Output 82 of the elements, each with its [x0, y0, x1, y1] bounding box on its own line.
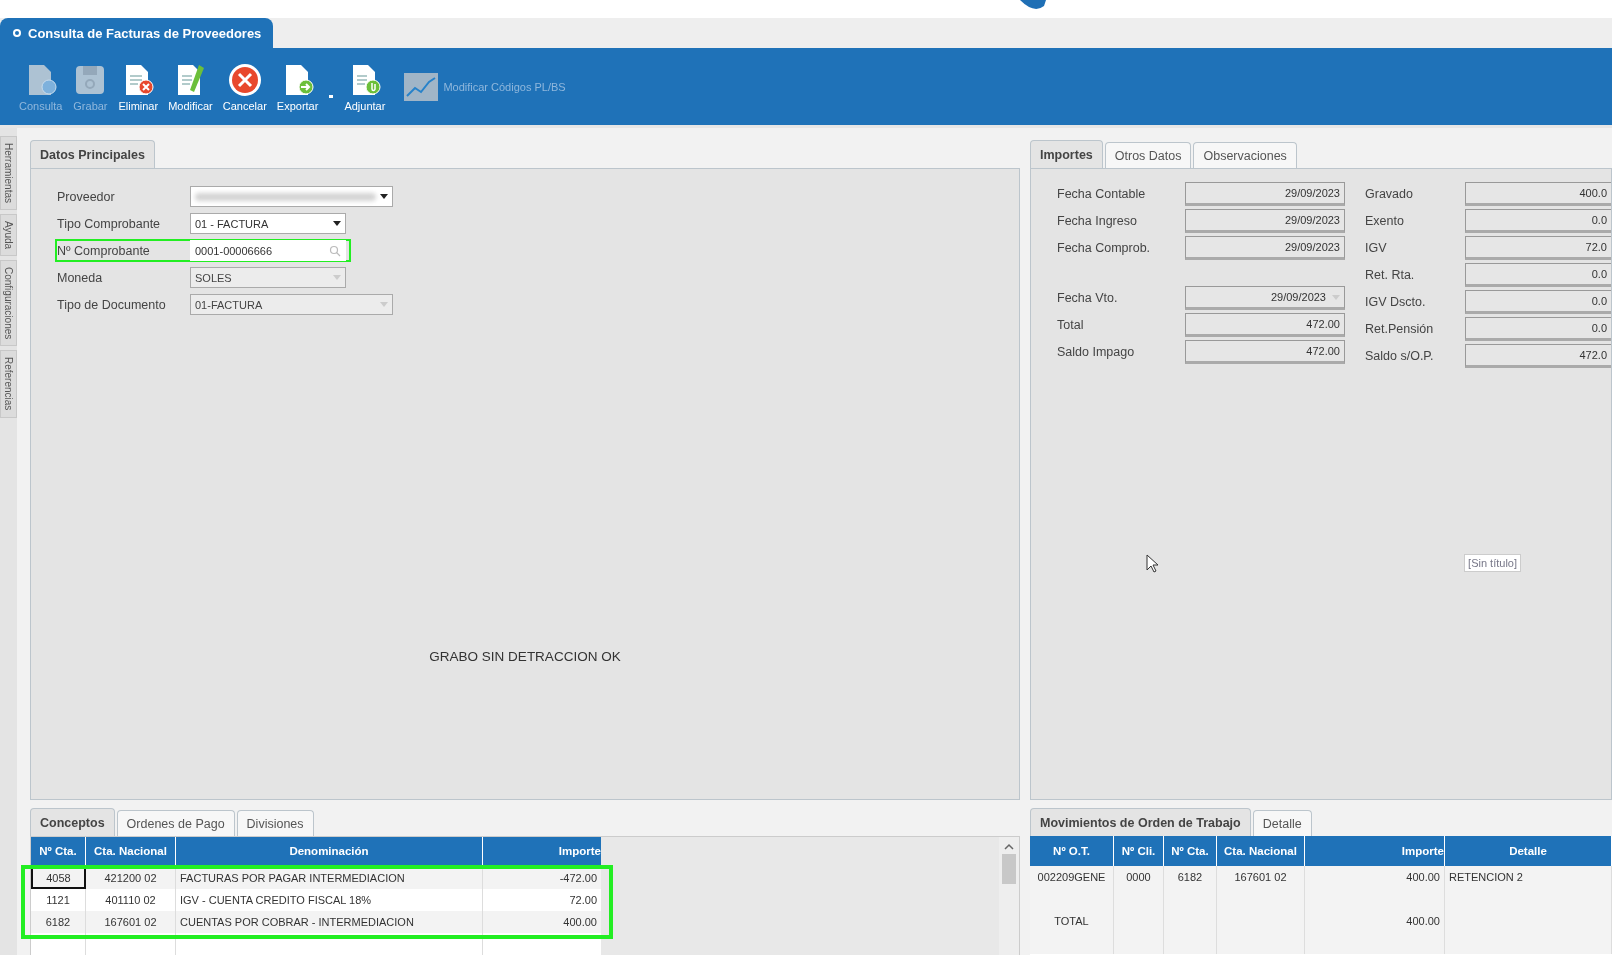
caret-icon	[333, 275, 341, 280]
table-cell-text: 72.00	[568, 893, 598, 908]
tab[interactable]: Datos Principales	[30, 140, 155, 168]
line-chart-icon	[403, 71, 440, 102]
side-tab[interactable]: Configuraciones	[0, 260, 17, 347]
toolbar-button[interactable]: Adjuntar	[341, 61, 389, 112]
side-tab[interactable]: Herramientas	[0, 136, 17, 211]
text-field[interactable]: 0.0	[1465, 263, 1611, 287]
field-label: Proveedor	[57, 189, 116, 204]
tab[interactable]: Detalle	[1252, 810, 1312, 836]
text-field[interactable]: 29/09/2023	[1185, 209, 1345, 233]
field-label: Saldo Impago	[1057, 345, 1136, 359]
field-label: Exento	[1365, 214, 1405, 228]
text-field[interactable]: 400.0	[1465, 182, 1611, 206]
table-cell: 400.00	[1406, 915, 1440, 927]
table-cell: 400.00	[1406, 871, 1440, 883]
tab[interactable]: Conceptos	[30, 808, 115, 836]
column-header: Cta. Nacional	[86, 837, 176, 867]
field-label: Fecha Contable	[1057, 187, 1147, 201]
text-field[interactable]: 0.0	[1465, 317, 1611, 341]
text-field[interactable]: 29/09/2023	[1185, 236, 1345, 260]
table-cell: 167601 02	[1234, 871, 1287, 883]
pointer-tip-icon	[1020, 0, 1046, 12]
tab[interactable]: Otros Datos	[1104, 142, 1192, 168]
scrollbar-thumb[interactable]	[1002, 854, 1016, 884]
text-field[interactable]: 0.0	[1465, 290, 1611, 314]
date-field[interactable]: 29/09/2023	[1185, 286, 1345, 310]
tab[interactable]: Observaciones	[1193, 142, 1297, 168]
caret-icon	[380, 194, 388, 199]
text-field[interactable]: 72.0	[1465, 236, 1611, 260]
untitled-label: [Sin título]	[1464, 554, 1521, 572]
field-label: Fecha Comprob.	[1057, 241, 1152, 255]
window-title: Consulta de Facturas de Proveedores	[28, 25, 262, 41]
field-label: Ret. Rta.	[1365, 268, 1416, 282]
tab[interactable]: Ordenes de Pago	[116, 810, 235, 836]
table-cell: TOTAL	[1054, 915, 1089, 927]
dropdown[interactable]: 01 - FACTURA	[190, 213, 346, 234]
field-label: Gravado	[1365, 187, 1414, 201]
text-field[interactable]: 472.00	[1185, 313, 1345, 337]
table-cell-text: 400.00	[562, 915, 598, 930]
scrollbar[interactable]	[999, 837, 1019, 955]
app-icon	[12, 28, 22, 38]
text-field[interactable]: 29/09/2023	[1185, 182, 1345, 206]
table-cell: 0000	[1126, 871, 1151, 883]
field-label: Fecha Vto.	[1057, 291, 1119, 305]
field-label: Ret.Pensión	[1365, 322, 1435, 336]
toolbar-button[interactable]: Eliminar	[115, 61, 162, 112]
field-label: Saldo s/O.P.	[1365, 349, 1435, 363]
dropdown[interactable]	[190, 186, 393, 207]
field-label: Moneda	[57, 270, 104, 285]
tab[interactable]: Movimientos de Orden de Trabajo	[1030, 808, 1251, 836]
side-tab[interactable]: Referencias	[0, 350, 17, 418]
caret-icon	[1332, 294, 1340, 300]
field-label: Total	[1057, 318, 1085, 332]
side-tab[interactable]: Ayuda	[0, 214, 17, 257]
table-cell: RETENCION 2	[1449, 871, 1523, 883]
text-field[interactable]: 0.0	[1465, 209, 1611, 233]
toolbar-button[interactable]: Exportar	[273, 61, 322, 112]
window-tab[interactable]: Consulta de Facturas de Proveedores	[0, 18, 274, 48]
toolbar-button[interactable]: Modificar	[165, 61, 216, 112]
field-label: Tipo de Documento	[57, 297, 167, 312]
status-message: GRABO SIN DETRACCION OK	[428, 649, 622, 664]
caret-icon	[333, 221, 341, 226]
field-label: IGV Dscto.	[1365, 295, 1427, 309]
tab[interactable]: Importes	[1030, 140, 1103, 168]
toolbar-button[interactable]: Cancelar	[219, 61, 270, 112]
table-cell-text: -472.00	[558, 871, 598, 886]
field-label: Fecha Ingreso	[1057, 214, 1138, 228]
field-label: IGV	[1365, 241, 1388, 255]
column-header: Nº Cta.	[31, 837, 86, 867]
caret-icon	[380, 302, 388, 307]
tab[interactable]: Divisiones	[236, 810, 314, 836]
column-header: Denominación	[176, 837, 483, 867]
text-field[interactable]: 472.0	[1465, 344, 1611, 368]
table-cell: 6182	[1177, 871, 1203, 883]
table-cell: 002209GENE	[1037, 871, 1106, 883]
cancel-icon	[226, 61, 263, 98]
field-label: Tipo Comprobante	[57, 216, 162, 231]
column-header: Importe	[557, 844, 601, 859]
mouse-pointer-icon	[1146, 554, 1160, 574]
text-field[interactable]: 472.00	[1185, 340, 1345, 364]
toolbar-separator	[329, 95, 334, 98]
